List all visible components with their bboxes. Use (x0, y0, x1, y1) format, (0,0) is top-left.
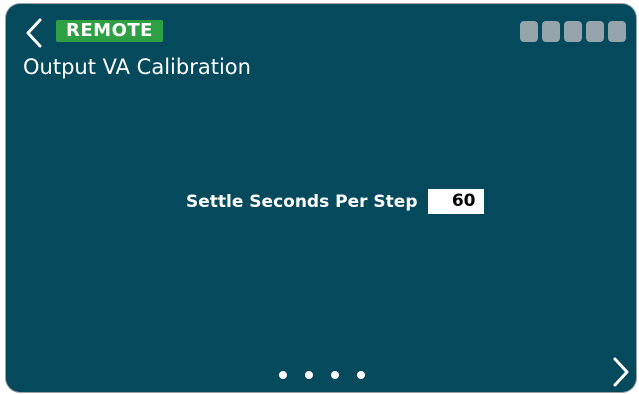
page-dot-4[interactable] (357, 371, 365, 379)
page-title: Output VA Calibration (23, 55, 251, 79)
signal-bar (542, 21, 560, 42)
page-dot-3[interactable] (331, 371, 339, 379)
chevron-right-icon (613, 357, 629, 387)
remote-mode-badge[interactable]: REMOTE (56, 20, 163, 42)
page-dot-1[interactable] (279, 371, 287, 379)
settle-seconds-label: Settle Seconds Per Step (186, 191, 418, 212)
signal-strength-icon (520, 21, 626, 42)
back-button[interactable] (22, 16, 46, 50)
page-dot-2[interactable] (305, 371, 313, 379)
signal-bar (586, 21, 604, 42)
signal-bar (608, 21, 626, 42)
next-button[interactable] (610, 356, 632, 388)
device-screen: REMOTE Output VA Calibration Settle Seco… (6, 4, 636, 392)
signal-bar (564, 21, 582, 42)
signal-bar (520, 21, 538, 42)
chevron-left-icon (26, 18, 42, 48)
settle-seconds-input[interactable]: 60 (427, 189, 484, 214)
settle-seconds-setting: Settle Seconds Per Step 60 (186, 189, 484, 214)
page-indicator (6, 371, 636, 379)
